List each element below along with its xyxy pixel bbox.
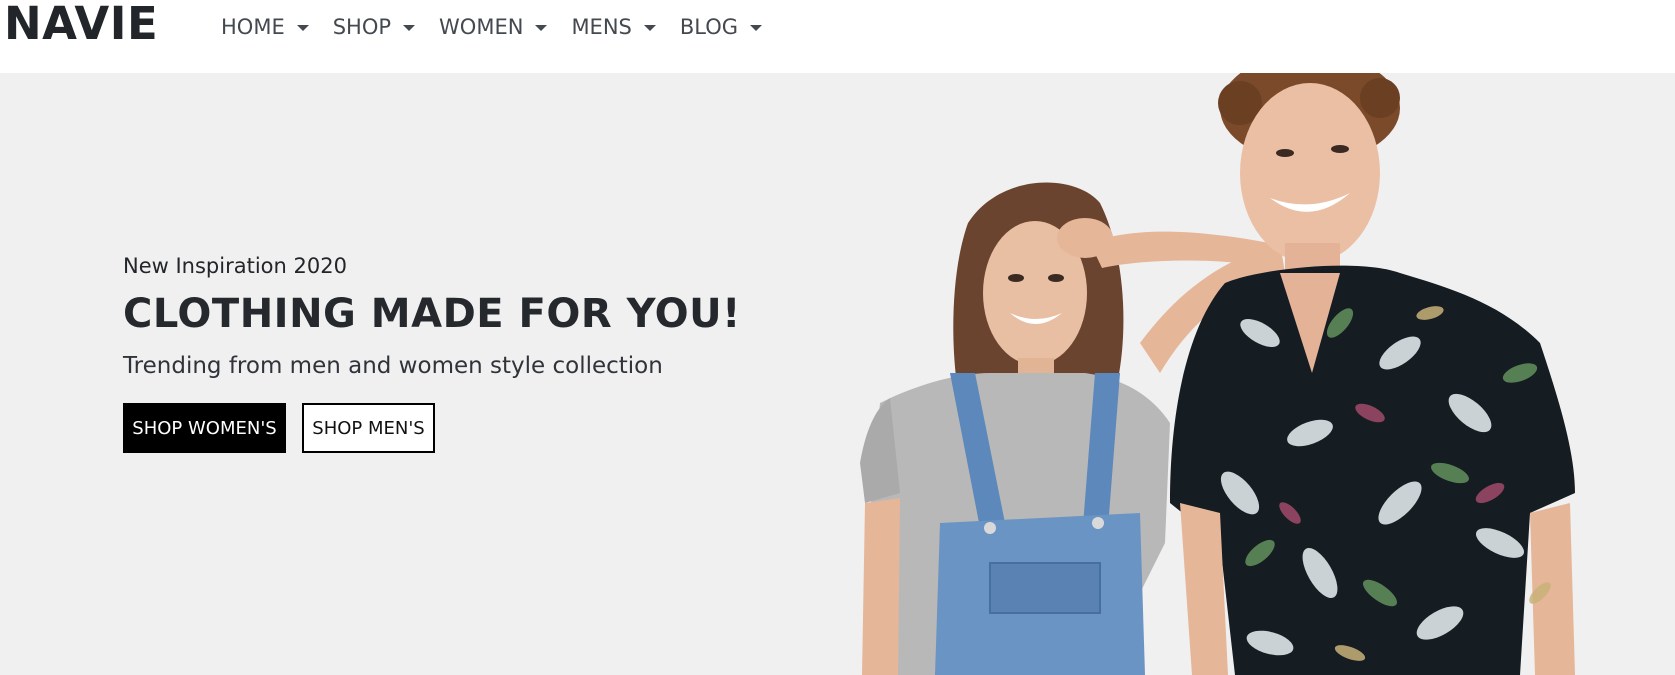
- hero-text-block: New Inspiration 2020 CLOTHING MADE FOR Y…: [123, 253, 741, 453]
- nav-item-label: BLOG: [679, 15, 739, 39]
- nav-item-label: HOME: [221, 15, 285, 39]
- hero-headline: CLOTHING MADE FOR YOU!: [123, 291, 741, 337]
- nav-item-label: MENS: [571, 15, 632, 39]
- nav-item-blog[interactable]: BLOG: [679, 12, 763, 42]
- hero-tagline: Trending from men and women style collec…: [123, 353, 663, 379]
- nav-item-shop[interactable]: SHOP: [332, 12, 416, 42]
- nav-item-mens[interactable]: MENS: [571, 12, 656, 42]
- nav-item-women[interactable]: WOMEN: [439, 12, 548, 42]
- caret-down-icon: [643, 25, 656, 31]
- brand-logo[interactable]: NAVIE: [4, 0, 158, 50]
- shop-mens-button[interactable]: SHOP MEN'S: [302, 403, 435, 453]
- nav-item-label: SHOP: [332, 15, 392, 39]
- caret-down-icon: [535, 25, 548, 31]
- caret-down-icon: [403, 25, 416, 31]
- shop-womens-button[interactable]: SHOP WOMEN'S: [123, 403, 286, 453]
- top-navbar: NAVIE HOME SHOP WOMEN MENS BLOG: [0, 0, 1675, 73]
- hero-button-row: SHOP WOMEN'S SHOP MEN'S: [123, 403, 741, 453]
- nav-item-home[interactable]: HOME: [221, 12, 309, 42]
- nav-item-label: WOMEN: [439, 15, 524, 39]
- hero-banner: New Inspiration 2020 CLOTHING MADE FOR Y…: [0, 73, 1675, 675]
- caret-down-icon: [750, 25, 763, 31]
- main-nav: HOME SHOP WOMEN MENS BLOG: [221, 12, 786, 42]
- caret-down-icon: [296, 25, 309, 31]
- hero-subtitle: New Inspiration 2020: [123, 254, 347, 278]
- hero-models-image: [860, 73, 1575, 675]
